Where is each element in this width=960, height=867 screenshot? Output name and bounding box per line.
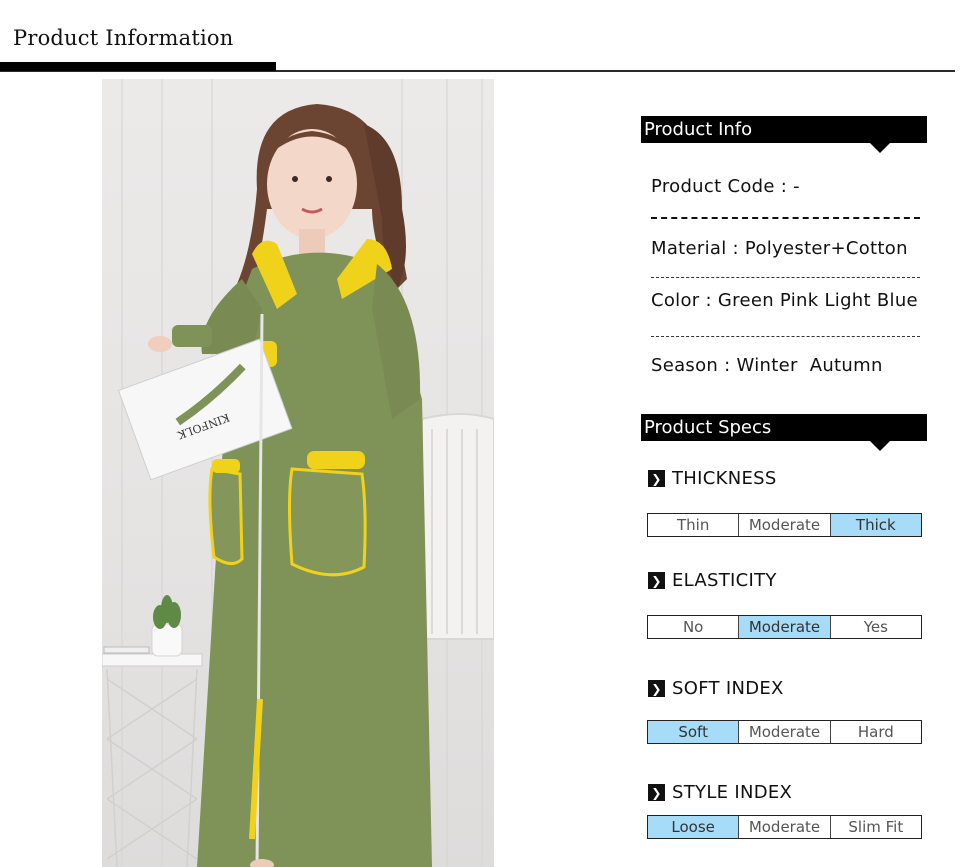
chevron-right-icon: ❯ (648, 470, 665, 487)
chevron-right-icon: ❯ (648, 784, 665, 801)
rating-option: Slim Fit (830, 816, 921, 838)
chevron-right-icon: ❯ (648, 680, 665, 697)
spec-title-soft-index: ❯ SOFT INDEX (648, 678, 784, 699)
rating-option-selected: Moderate (739, 616, 831, 638)
product-info-heading: Product Info (641, 116, 927, 153)
soft-index-rating: Soft Moderate Hard (647, 720, 922, 744)
rating-option-selected: Loose (648, 816, 740, 838)
product-specs-heading: Product Specs (641, 414, 927, 451)
thickness-rating: Thin Moderate Thick (647, 513, 922, 537)
rating-option: No (648, 616, 740, 638)
rating-option: Moderate (739, 514, 831, 536)
title-accent-bar (0, 62, 276, 71)
caret-down-icon (870, 143, 890, 153)
info-divider (651, 336, 920, 337)
spec-label: STYLE INDEX (672, 782, 793, 803)
spec-title-elasticity: ❯ ELASTICITY (648, 570, 777, 591)
rating-option: Yes (830, 616, 921, 638)
spec-title-style-index: ❯ STYLE INDEX (648, 782, 792, 803)
rating-option: Thin (648, 514, 740, 536)
product-photo: KINFOLK (102, 79, 494, 867)
elasticity-rating: No Moderate Yes (647, 615, 922, 639)
info-divider (651, 217, 920, 219)
spec-label: ELASTICITY (672, 570, 777, 591)
product-code-line: Product Code : - (651, 176, 800, 197)
season-line: Season : Winter Autumn (651, 355, 883, 376)
rating-option: Moderate (739, 721, 831, 743)
product-specs-heading-label: Product Specs (644, 417, 772, 438)
color-line: Color : Green Pink Light Blue (651, 290, 918, 311)
material-line: Material : Polyester+Cotton (651, 238, 908, 259)
spec-label: SOFT INDEX (672, 678, 784, 699)
spec-label: THICKNESS (672, 468, 777, 489)
rating-option: Moderate (739, 816, 831, 838)
product-info-heading-label: Product Info (644, 119, 753, 140)
rating-option-selected: Thick (830, 514, 921, 536)
style-index-rating: Loose Moderate Slim Fit (647, 815, 922, 839)
caret-down-icon (870, 441, 890, 451)
rating-option-selected: Soft (648, 721, 740, 743)
rating-option: Hard (830, 721, 921, 743)
page-title: Product Information (13, 26, 234, 50)
spec-title-thickness: ❯ THICKNESS (648, 468, 777, 489)
chevron-right-icon: ❯ (648, 572, 665, 589)
info-divider (651, 277, 920, 278)
